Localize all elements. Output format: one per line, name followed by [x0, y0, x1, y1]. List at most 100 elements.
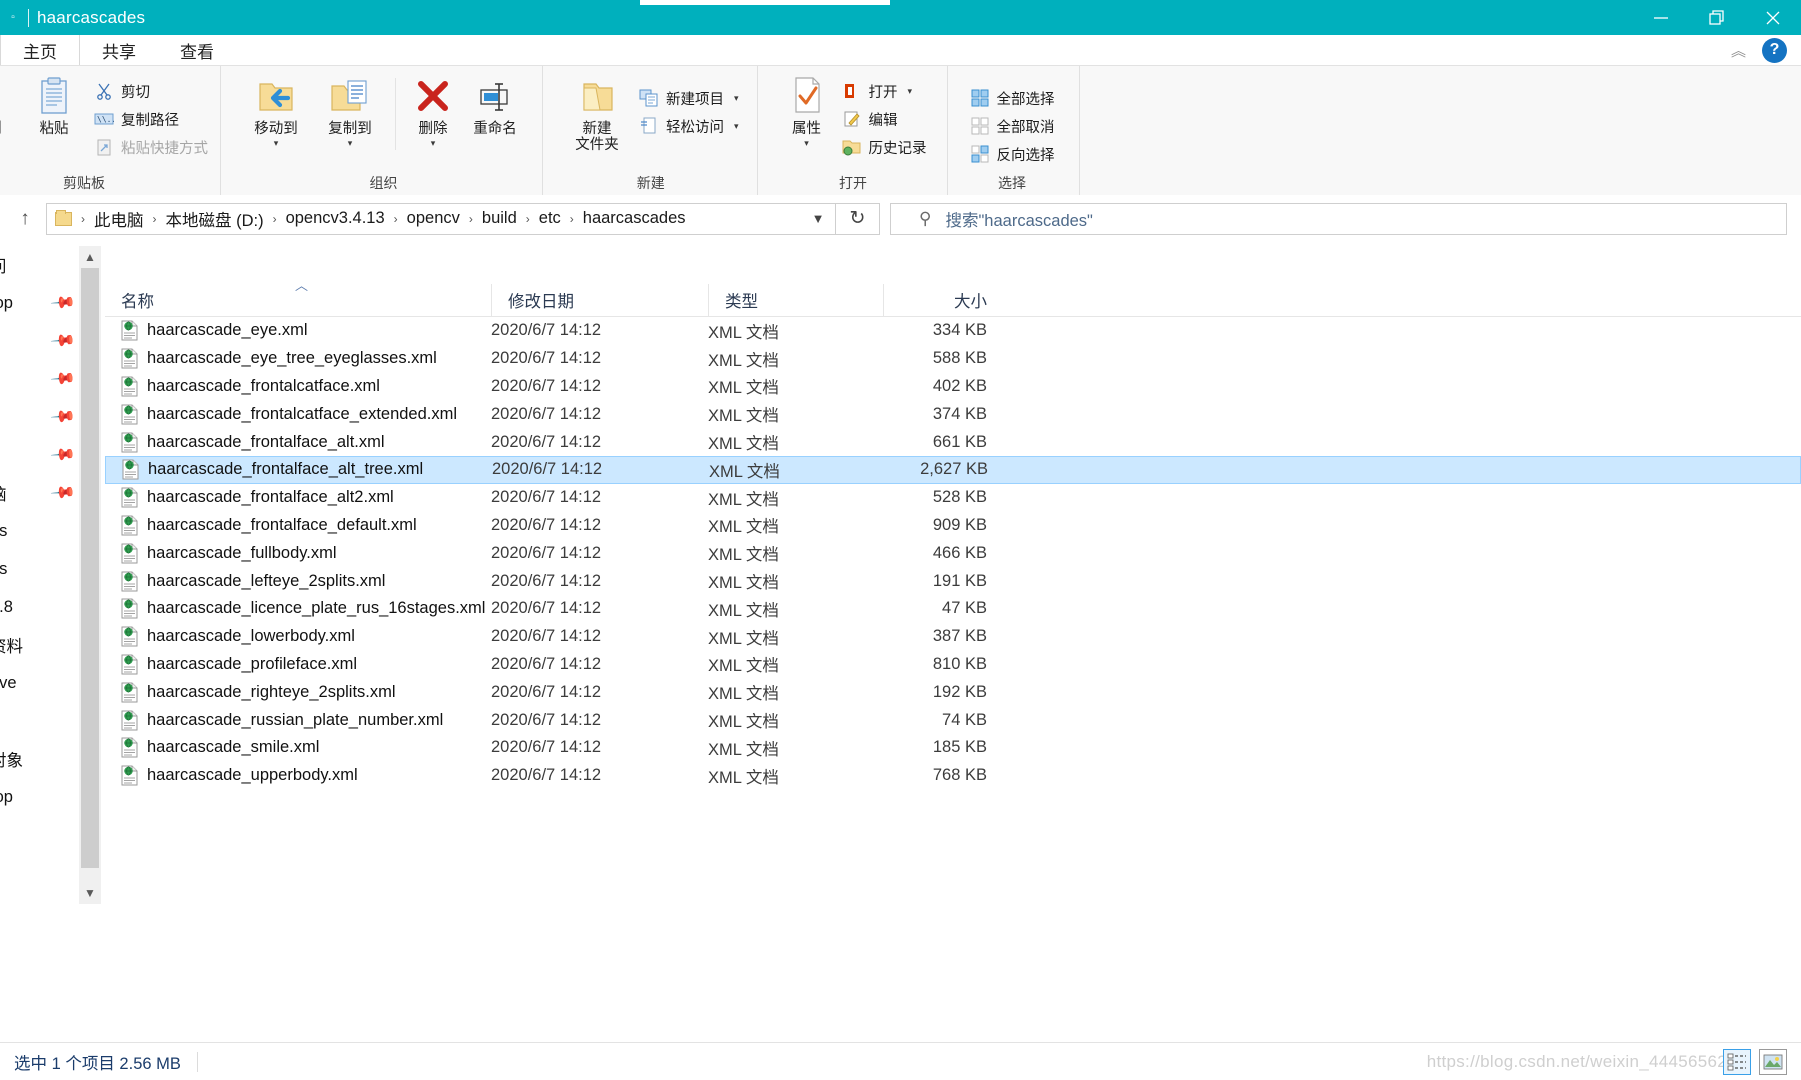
breadcrumb-item-6[interactable]: haarcascades	[581, 209, 688, 228]
scroll-down-icon[interactable]: ▼	[79, 882, 101, 904]
invert-selection-button[interactable]: 反向选择	[966, 140, 1059, 168]
pin-icon[interactable]: 📌	[49, 441, 77, 469]
table-row[interactable]: haarcascade_smile.xml 2020/6/7 14:12 XML 文…	[105, 734, 1801, 762]
nav-item-12[interactable]	[0, 702, 79, 740]
table-row[interactable]: haarcascade_eye.xml 2020/6/7 14:12 XML 文档 3…	[105, 317, 1801, 345]
pin-icon[interactable]: 📌	[49, 479, 77, 507]
new-item-caret-icon[interactable]: ▾	[734, 93, 739, 104]
table-row[interactable]: haarcascade_upperbody.xml 2020/6/7 14:12 X…	[105, 762, 1801, 790]
tab-share[interactable]: 共享	[80, 35, 158, 65]
paste-icon	[37, 76, 71, 116]
nav-item-7[interactable]: es	[0, 512, 79, 550]
table-row[interactable]: haarcascade_frontalface_alt.xml 2020/6/7 …	[105, 428, 1801, 456]
easy-access-button[interactable]: 轻松访问 ▾	[635, 112, 743, 140]
copy-to-icon	[328, 76, 372, 116]
breadcrumb-item-5[interactable]: etc	[537, 209, 563, 228]
table-row[interactable]: haarcascade_frontalcatface_extended.xml 2…	[105, 400, 1801, 428]
paste-shortcut-button[interactable]: 粘贴快捷方式	[90, 133, 212, 161]
properties-quick-icon[interactable]: ▫	[6, 11, 20, 25]
nav-item-4[interactable]: 📌	[0, 398, 79, 436]
nav-item-9[interactable]: 0.8	[0, 588, 79, 626]
help-icon[interactable]: ?	[1762, 37, 1787, 63]
pin-icon[interactable]: 📌	[49, 403, 77, 431]
breadcrumb[interactable]: › 此电脑 › 本地磁盘 (D:) › opencv3.4.13 › openc…	[46, 202, 836, 235]
scrollbar-thumb[interactable]	[81, 268, 99, 868]
table-row[interactable]: haarcascade_frontalface_alt2.xml 2020/6/7…	[105, 484, 1801, 512]
table-row[interactable]: haarcascade_fullbody.xml 2020/6/7 14:12 XM…	[105, 539, 1801, 567]
move-to-button[interactable]: 移动到 ▾	[239, 72, 313, 149]
file-list[interactable]: haarcascade_eye.xml 2020/6/7 14:12 XML 文档 3…	[105, 317, 1801, 903]
table-row[interactable]: haarcascade_licence_plate_rus_16stages.x…	[105, 595, 1801, 623]
cut-button[interactable]: 剪切	[90, 77, 212, 105]
table-row[interactable]: haarcascade_righteye_2splits.xml 2020/6/7…	[105, 678, 1801, 706]
nav-item-10[interactable]: 资料	[0, 626, 79, 664]
move-to-caret-icon[interactable]: ▾	[274, 138, 279, 149]
copy-path-button[interactable]: \\.. 复制路径	[90, 105, 212, 133]
easy-access-caret-icon[interactable]: ▾	[734, 121, 739, 132]
nav-item-2[interactable]: 📌	[0, 322, 79, 360]
tab-home[interactable]: 主页	[0, 35, 80, 65]
history-button[interactable]: 历史记录	[838, 133, 931, 161]
new-item-button[interactable]: 新建项目 ▾	[635, 84, 743, 112]
nav-item-0[interactable]: 问	[0, 246, 79, 284]
copy-to-button[interactable]: 复制到 ▾	[313, 72, 387, 149]
search-input[interactable]: ⚲ 搜索"haarcascades"	[890, 202, 1787, 235]
new-folder-button[interactable]: 新建 文件夹	[559, 72, 635, 153]
copy-to-caret-icon[interactable]: ▾	[348, 138, 353, 149]
nav-item-13[interactable]: 对象	[0, 740, 79, 778]
properties-caret-icon[interactable]: ▾	[804, 138, 809, 149]
table-row[interactable]: haarcascade_frontalcatface.xml 2020/6/7 1…	[105, 373, 1801, 401]
nav-item-11[interactable]: rive	[0, 664, 79, 702]
breadcrumb-item-0[interactable]: 此电脑	[92, 207, 146, 231]
nav-item-1[interactable]: top 📌	[0, 284, 79, 322]
select-none-button[interactable]: 全部取消	[966, 112, 1059, 140]
chevron-up-icon[interactable]: ︽	[1731, 40, 1746, 61]
pin-icon[interactable]: 📌	[49, 327, 77, 355]
table-row[interactable]: haarcascade_russian_plate_number.xml 2020…	[105, 706, 1801, 734]
up-arrow-icon[interactable]: ↑	[10, 204, 40, 234]
rename-button[interactable]: 重命名	[462, 72, 528, 137]
pin-icon[interactable]: 📌	[49, 365, 77, 393]
table-row[interactable]: haarcascade_lowerbody.xml 2020/6/7 14:12 X…	[105, 623, 1801, 651]
file-name-cell: haarcascade_russian_plate_number.xml	[105, 706, 491, 734]
nav-item-8[interactable]: es	[0, 550, 79, 588]
file-name: haarcascade_upperbody.xml	[147, 766, 358, 785]
close-icon[interactable]	[1745, 0, 1801, 35]
properties-button[interactable]: 属性 ▾	[776, 72, 838, 149]
restore-icon[interactable]	[1689, 0, 1745, 35]
details-view-icon[interactable]	[1723, 1048, 1751, 1075]
nav-item-5[interactable]: n 📌	[0, 436, 79, 474]
paste-button[interactable]: 粘贴	[18, 72, 90, 137]
pin-icon[interactable]: 📌	[49, 289, 77, 317]
column-header-type[interactable]: 类型	[708, 283, 883, 317]
nav-item-14[interactable]: top	[0, 778, 79, 816]
minimize-icon[interactable]	[1633, 0, 1689, 35]
tab-view[interactable]: 查看	[158, 35, 236, 65]
select-all-button[interactable]: 全部选择	[966, 84, 1059, 112]
nav-item-6[interactable]: 脑 📌	[0, 474, 79, 512]
nav-item-3[interactable]: 📌	[0, 360, 79, 398]
open-caret-icon[interactable]: ▾	[908, 86, 913, 97]
table-row[interactable]: haarcascade_frontalface_default.xml 2020/…	[105, 512, 1801, 540]
breadcrumb-item-3[interactable]: opencv	[405, 209, 462, 228]
edit-button[interactable]: 编辑	[838, 105, 931, 133]
delete-button[interactable]: 删除 ▾	[404, 72, 462, 149]
breadcrumb-item-2[interactable]: opencv3.4.13	[284, 209, 387, 228]
column-header-date[interactable]: 修改日期	[491, 283, 708, 317]
copy-button[interactable]: 复制	[0, 72, 18, 137]
refresh-icon[interactable]: ↻	[836, 202, 880, 235]
column-header-size[interactable]: 大小	[883, 283, 999, 317]
table-row[interactable]: haarcascade_lefteye_2splits.xml 2020/6/7 …	[105, 567, 1801, 595]
table-row[interactable]: haarcascade_profileface.xml 2020/6/7 14:1…	[105, 651, 1801, 679]
open-button[interactable]: 打开 ▾	[838, 77, 931, 105]
nav-pane-scrollbar[interactable]: ▲	[79, 246, 101, 904]
scroll-up-icon[interactable]: ▲	[79, 246, 101, 268]
breadcrumb-item-1[interactable]: 本地磁盘 (D:)	[164, 207, 266, 231]
chevron-down-icon[interactable]: ▼	[801, 204, 835, 234]
thumbnail-view-icon[interactable]	[1759, 1048, 1787, 1075]
table-row[interactable]: haarcascade_frontalface_alt_tree.xml 2020…	[105, 455, 1801, 484]
column-header-name[interactable]: ︿ 名称	[105, 278, 491, 317]
table-row[interactable]: haarcascade_eye_tree_eyeglasses.xml 2020/…	[105, 345, 1801, 373]
breadcrumb-item-4[interactable]: build	[480, 209, 519, 228]
delete-caret-icon[interactable]: ▾	[431, 138, 436, 149]
